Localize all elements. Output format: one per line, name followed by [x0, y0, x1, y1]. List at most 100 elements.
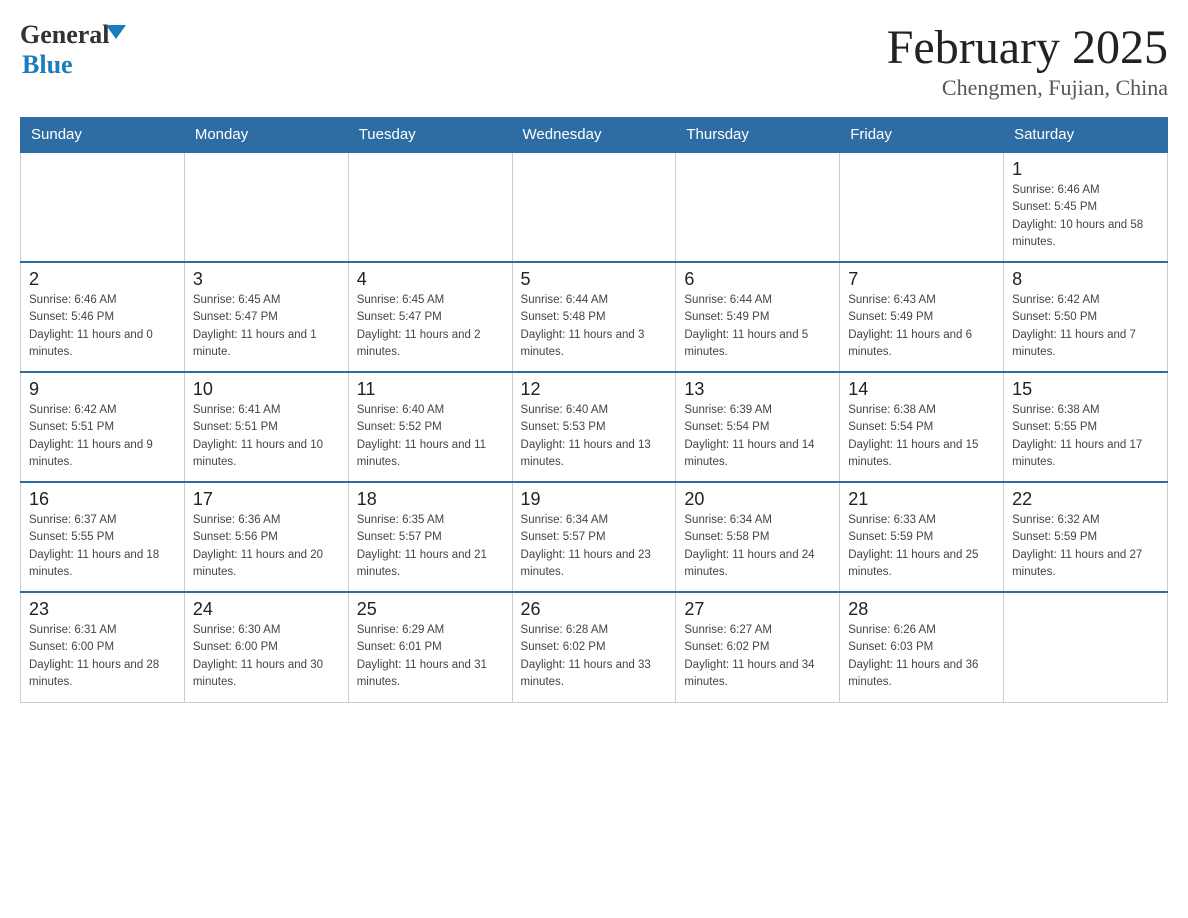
day-info: Sunrise: 6:46 AMSunset: 5:46 PMDaylight:…: [29, 292, 176, 361]
table-row: 4Sunrise: 6:45 AMSunset: 5:47 PMDaylight…: [348, 262, 512, 372]
day-info: Sunrise: 6:37 AMSunset: 5:55 PMDaylight:…: [29, 512, 176, 581]
table-row: [512, 152, 676, 262]
table-row: 20Sunrise: 6:34 AMSunset: 5:58 PMDayligh…: [676, 482, 840, 592]
day-info: Sunrise: 6:27 AMSunset: 6:02 PMDaylight:…: [684, 622, 831, 691]
table-row: [184, 152, 348, 262]
table-row: 12Sunrise: 6:40 AMSunset: 5:53 PMDayligh…: [512, 372, 676, 482]
table-row: 22Sunrise: 6:32 AMSunset: 5:59 PMDayligh…: [1004, 482, 1168, 592]
table-row: 2Sunrise: 6:46 AMSunset: 5:46 PMDaylight…: [21, 262, 185, 372]
day-info: Sunrise: 6:44 AMSunset: 5:48 PMDaylight:…: [521, 292, 668, 361]
sunset-text: Sunset: 6:01 PM: [357, 641, 442, 653]
table-row: [21, 152, 185, 262]
day-number: 16: [29, 489, 176, 510]
daylight-text: Daylight: 11 hours and 25 minutes.: [848, 549, 978, 578]
day-number: 9: [29, 379, 176, 400]
col-monday: Monday: [184, 118, 348, 153]
sunrise-text: Sunrise: 6:40 AM: [357, 404, 445, 416]
sunrise-text: Sunrise: 6:42 AM: [1012, 294, 1100, 306]
day-number: 25: [357, 599, 504, 620]
calendar-table: Sunday Monday Tuesday Wednesday Thursday…: [20, 117, 1168, 703]
sunrise-text: Sunrise: 6:35 AM: [357, 514, 445, 526]
day-number: 23: [29, 599, 176, 620]
calendar-week-row: 2Sunrise: 6:46 AMSunset: 5:46 PMDaylight…: [21, 262, 1168, 372]
sunrise-text: Sunrise: 6:45 AM: [193, 294, 281, 306]
day-info: Sunrise: 6:30 AMSunset: 6:00 PMDaylight:…: [193, 622, 340, 691]
day-info: Sunrise: 6:38 AMSunset: 5:54 PMDaylight:…: [848, 402, 995, 471]
day-number: 2: [29, 269, 176, 290]
table-row: [676, 152, 840, 262]
daylight-text: Daylight: 11 hours and 9 minutes.: [29, 439, 153, 468]
sunset-text: Sunset: 5:46 PM: [29, 311, 114, 323]
sunrise-text: Sunrise: 6:28 AM: [521, 624, 609, 636]
calendar-week-row: 1Sunrise: 6:46 AMSunset: 5:45 PMDaylight…: [21, 152, 1168, 262]
sunrise-text: Sunrise: 6:42 AM: [29, 404, 117, 416]
sunset-text: Sunset: 5:57 PM: [521, 531, 606, 543]
day-number: 1: [1012, 159, 1159, 180]
day-number: 17: [193, 489, 340, 510]
daylight-text: Daylight: 11 hours and 20 minutes.: [193, 549, 323, 578]
calendar-week-row: 9 Sunrise: 6:42 AM Sunset: 5:51 PM Daylight…: [21, 372, 1168, 482]
sunset-text: Sunset: 5:56 PM: [193, 531, 278, 543]
sunset-text: Sunset: 5:48 PM: [521, 311, 606, 323]
day-number: 5: [521, 269, 668, 290]
day-info: Sunrise: 6:36 AM Sunset: 5:56 PM Daylight:…: [193, 512, 340, 581]
col-friday: Friday: [840, 118, 1004, 153]
sunrise-text: Sunrise: 6:38 AM: [848, 404, 936, 416]
day-info: Sunrise: 6:38 AMSunset: 5:55 PMDaylight:…: [1012, 402, 1159, 471]
calendar-week-row: 16Sunrise: 6:37 AMSunset: 5:55 PMDayligh…: [21, 482, 1168, 592]
month-title: February 2025: [887, 20, 1168, 75]
col-saturday: Saturday: [1004, 118, 1168, 153]
table-row: 9 Sunrise: 6:42 AM Sunset: 5:51 PM Daylight…: [21, 372, 185, 482]
day-info: Sunrise: 6:41 AMSunset: 5:51 PMDaylight:…: [193, 402, 340, 471]
daylight-text: Daylight: 11 hours and 7 minutes.: [1012, 329, 1136, 358]
sunset-text: Sunset: 6:00 PM: [193, 641, 278, 653]
daylight-text: Daylight: 11 hours and 34 minutes.: [684, 659, 814, 688]
day-number: 22: [1012, 489, 1159, 510]
table-row: 19Sunrise: 6:34 AMSunset: 5:57 PMDayligh…: [512, 482, 676, 592]
day-info: Sunrise: 6:45 AMSunset: 5:47 PMDaylight:…: [193, 292, 340, 361]
daylight-text: Daylight: 11 hours and 36 minutes.: [848, 659, 978, 688]
sunset-text: Sunset: 5:51 PM: [29, 421, 114, 433]
day-number: 20: [684, 489, 831, 510]
table-row: [348, 152, 512, 262]
table-row: 8Sunrise: 6:42 AMSunset: 5:50 PMDaylight…: [1004, 262, 1168, 372]
sunset-text: Sunset: 5:58 PM: [684, 531, 769, 543]
calendar-header-row: Sunday Monday Tuesday Wednesday Thursday…: [21, 118, 1168, 153]
day-number: 7: [848, 269, 995, 290]
daylight-text: Daylight: 11 hours and 10 minutes.: [193, 439, 323, 468]
sunrise-text: Sunrise: 6:37 AM: [29, 514, 117, 526]
daylight-text: Daylight: 11 hours and 31 minutes.: [357, 659, 487, 688]
day-info: Sunrise: 6:26 AMSunset: 6:03 PMDaylight:…: [848, 622, 995, 691]
sunset-text: Sunset: 5:47 PM: [193, 311, 278, 323]
day-number: 19: [521, 489, 668, 510]
daylight-text: Daylight: 11 hours and 11 minutes.: [357, 439, 486, 468]
calendar-week-row: 23Sunrise: 6:31 AMSunset: 6:00 PMDayligh…: [21, 592, 1168, 702]
daylight-text: Daylight: 11 hours and 17 minutes.: [1012, 439, 1142, 468]
table-row: 28Sunrise: 6:26 AMSunset: 6:03 PMDayligh…: [840, 592, 1004, 702]
daylight-text: Daylight: 11 hours and 23 minutes.: [521, 549, 651, 578]
day-info: Sunrise: 6:40 AMSunset: 5:53 PMDaylight:…: [521, 402, 668, 471]
sunset-text: Sunset: 5:59 PM: [848, 531, 933, 543]
daylight-text: Daylight: 10 hours and 58 minutes.: [1012, 219, 1143, 248]
table-row: 1Sunrise: 6:46 AMSunset: 5:45 PMDaylight…: [1004, 152, 1168, 262]
day-number: 14: [848, 379, 995, 400]
page-header: General Blue February 2025 Chengmen, Fuj…: [20, 20, 1168, 101]
location-title: Chengmen, Fujian, China: [887, 75, 1168, 101]
col-sunday: Sunday: [21, 118, 185, 153]
daylight-text: Daylight: 11 hours and 13 minutes.: [521, 439, 651, 468]
day-info: Sunrise: 6:45 AMSunset: 5:47 PMDaylight:…: [357, 292, 504, 361]
table-row: 25Sunrise: 6:29 AMSunset: 6:01 PMDayligh…: [348, 592, 512, 702]
day-info: Sunrise: 6:46 AMSunset: 5:45 PMDaylight:…: [1012, 182, 1159, 251]
day-number: 11: [357, 379, 504, 400]
day-number: 28: [848, 599, 995, 620]
sunset-text: Sunset: 5:54 PM: [684, 421, 769, 433]
sunset-text: Sunset: 5:54 PM: [848, 421, 933, 433]
sunrise-text: Sunrise: 6:36 AM: [193, 514, 281, 526]
table-row: 27Sunrise: 6:27 AMSunset: 6:02 PMDayligh…: [676, 592, 840, 702]
table-row: 11Sunrise: 6:40 AMSunset: 5:52 PMDayligh…: [348, 372, 512, 482]
sunset-text: Sunset: 5:55 PM: [1012, 421, 1097, 433]
day-number: 12: [521, 379, 668, 400]
sunset-text: Sunset: 5:59 PM: [1012, 531, 1097, 543]
day-info: Sunrise: 6:32 AMSunset: 5:59 PMDaylight:…: [1012, 512, 1159, 581]
sunrise-text: Sunrise: 6:43 AM: [848, 294, 936, 306]
